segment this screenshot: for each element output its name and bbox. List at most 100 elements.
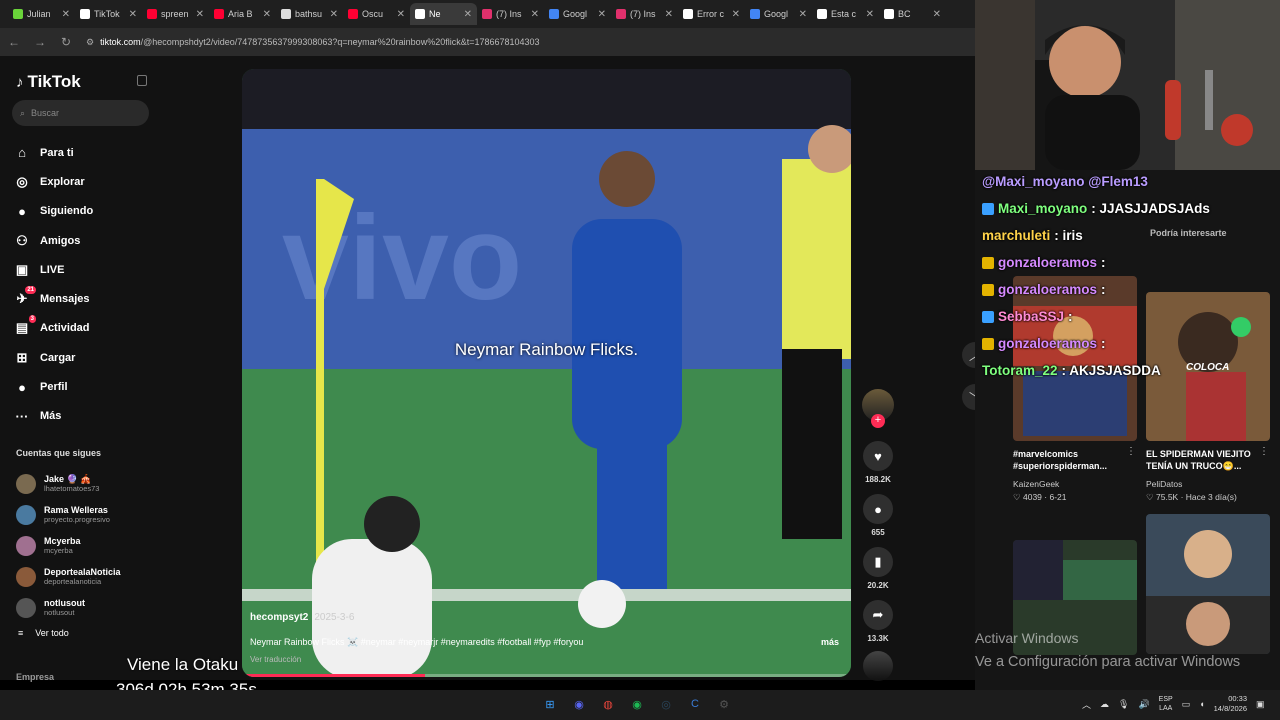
sidebar-item-para-ti[interactable]: ⌂ Para ti: [14, 138, 154, 167]
like-button[interactable]: ♥ 188.2K: [858, 441, 898, 484]
sidebar-item-cargar[interactable]: ⊞ Cargar: [14, 343, 154, 372]
windows-start-icon[interactable]: ⊞: [541, 695, 559, 713]
browser-tab[interactable]: Julian ✕: [8, 3, 75, 25]
sidebar-item-mensajes[interactable]: ✈ 21 Mensajes: [14, 284, 154, 313]
tab-close-icon[interactable]: ✕: [464, 9, 472, 20]
share-button[interactable]: ➦ 13.3K: [858, 600, 898, 643]
follow-plus-icon[interactable]: +: [871, 414, 885, 428]
profile-icon: ●: [18, 379, 26, 395]
spotify-icon[interactable]: ◉: [628, 695, 646, 713]
tray-chevron-icon[interactable]: ︿: [1082, 698, 1091, 711]
onedrive-icon[interactable]: ☁: [1100, 699, 1109, 710]
comment-button[interactable]: ● 655: [858, 494, 898, 537]
forward-icon[interactable]: →: [34, 35, 46, 49]
tab-close-icon[interactable]: ✕: [62, 9, 70, 20]
translate-link[interactable]: Ver traducción: [250, 655, 301, 664]
video-author[interactable]: hecompsyt2 2025-3-6: [250, 612, 354, 623]
url-field[interactable]: ⚙ tiktok.com/@hecompshdyt2/video/7478735…: [86, 37, 540, 48]
c-app-icon[interactable]: C: [686, 695, 704, 713]
tab-close-icon[interactable]: ✕: [531, 9, 539, 20]
tab-close-icon[interactable]: ✕: [196, 9, 204, 20]
tab-close-icon[interactable]: ✕: [397, 9, 405, 20]
notifications-icon[interactable]: ▣: [1256, 699, 1265, 710]
tiktok-logo[interactable]: ♪ TikTok: [16, 72, 81, 92]
following-account[interactable]: notlusout notlusout: [16, 592, 156, 623]
speaker-icon[interactable]: ◖: [1199, 699, 1204, 709]
video-progress-bar[interactable]: [242, 674, 851, 677]
search-input[interactable]: ⌕ Buscar: [12, 100, 149, 126]
suggestion-author-2[interactable]: PeliDatos: [1146, 479, 1182, 489]
save-button[interactable]: ▮ 20.2K: [858, 547, 898, 590]
browser-tab[interactable]: Error c ✕: [678, 3, 745, 25]
tab-title: (7) Ins: [630, 9, 656, 19]
browser-tab[interactable]: Esta c ✕: [812, 3, 879, 25]
suggestion-author-1[interactable]: KaizenGeek: [1013, 479, 1059, 489]
clock[interactable]: 00:33 14/8/2026: [1214, 694, 1247, 714]
sidebar-item-actividad[interactable]: ▤ 3 Actividad: [14, 314, 154, 343]
sidebar-item-más[interactable]: ··· Más: [14, 402, 154, 431]
following-account[interactable]: Jake 🔮 🎪 lhatetomatoes73: [16, 468, 156, 499]
music-disc-icon[interactable]: [863, 651, 893, 681]
footer-empresa-link[interactable]: Empresa: [16, 672, 54, 682]
browser-tab[interactable]: (7) Ins ✕: [611, 3, 678, 25]
volume-icon[interactable]: 🔊: [1138, 699, 1149, 710]
author-avatar[interactable]: +: [862, 389, 894, 428]
avatar: [16, 504, 36, 525]
browser-tab[interactable]: Googl ✕: [544, 3, 611, 25]
tab-close-icon[interactable]: ✕: [866, 9, 874, 20]
browser-tab[interactable]: spreen ✕: [142, 3, 209, 25]
sidebar-item-siguiendo[interactable]: ● Siguiendo: [14, 197, 154, 226]
watermark-line-1: Activar Windows: [975, 630, 1079, 646]
following-account[interactable]: Mcyerba mcyerba: [16, 530, 156, 561]
taskbar-apps: ⊞ ◉ ◍ ◉ ◎ C ⚙: [541, 695, 733, 713]
account-handle: mcyerba: [44, 546, 73, 555]
tab-title: (7) Ins: [496, 9, 522, 19]
following-account[interactable]: DeportealaNoticia deportealanoticia: [16, 561, 156, 592]
browser-tab[interactable]: Ne ✕: [410, 3, 477, 25]
browser-tab[interactable]: TikTok ✕: [75, 3, 142, 25]
network-icon[interactable]: ▭: [1182, 699, 1191, 710]
tab-close-icon[interactable]: ✕: [933, 9, 941, 20]
suggestion-title-1[interactable]: #marvelcomics #superiorspiderman...: [1013, 448, 1131, 472]
sidebar-item-amigos[interactable]: ⚇ Amigos: [14, 226, 154, 255]
browser-tab[interactable]: bathsu ✕: [276, 3, 343, 25]
site-info-icon[interactable]: ⚙: [86, 37, 94, 48]
suggestion-title-2[interactable]: EL SPIDERMAN VIEJITO TENÍA UN TRUCO😁...: [1146, 448, 1264, 472]
kebab-menu-icon[interactable]: ⋮: [1259, 446, 1269, 457]
see-all-link[interactable]: ≡ Ver todo: [18, 628, 69, 638]
following-account[interactable]: Rama Welleras proyecto.progresivo: [16, 499, 156, 530]
browser-tab[interactable]: Oscu ✕: [343, 3, 410, 25]
tab-close-icon[interactable]: ✕: [263, 9, 271, 20]
kebab-menu-icon[interactable]: ⋮: [1126, 446, 1136, 457]
sidebar-item-live[interactable]: ▣ LIVE: [14, 255, 154, 284]
browser-tab[interactable]: Googl ✕: [745, 3, 812, 25]
collapse-sidebar-icon[interactable]: [137, 75, 147, 86]
reload-icon[interactable]: ↻: [60, 35, 72, 49]
tab-close-icon[interactable]: ✕: [799, 9, 807, 20]
microphone-icon[interactable]: 🎙: [1118, 699, 1129, 710]
discord-icon[interactable]: ◉: [570, 695, 588, 713]
video-player[interactable]: vivo Neymar Rainbow Flicks. hecompsyt2 20…: [242, 69, 851, 677]
more-button[interactable]: más: [821, 637, 839, 647]
sidebar-item-explorar[interactable]: ◎ Explorar: [14, 167, 154, 196]
account-name: Jake 🔮 🎪: [44, 474, 92, 484]
tab-close-icon[interactable]: ✕: [129, 9, 137, 20]
tab-close-icon[interactable]: ✕: [665, 9, 673, 20]
tab-favicon-icon: [884, 9, 894, 19]
language-indicator[interactable]: ESP LAA: [1159, 695, 1173, 713]
sidebar-item-perfil[interactable]: ● Perfil: [14, 372, 154, 401]
steam-icon[interactable]: ◎: [657, 695, 675, 713]
chrome-icon[interactable]: ◍: [599, 695, 617, 713]
tab-favicon-icon: [348, 9, 358, 19]
tab-favicon-icon: [817, 9, 827, 19]
browser-tab[interactable]: BC ✕: [879, 3, 946, 25]
chat-text: :: [1101, 282, 1106, 297]
tab-close-icon[interactable]: ✕: [732, 9, 740, 20]
tab-close-icon[interactable]: ✕: [330, 9, 338, 20]
back-icon[interactable]: ←: [8, 35, 20, 49]
settings-icon[interactable]: ⚙: [715, 695, 733, 713]
browser-tab[interactable]: (7) Ins ✕: [477, 3, 544, 25]
save-icon: ▮: [863, 547, 893, 577]
browser-tab[interactable]: Aria B ✕: [209, 3, 276, 25]
tab-close-icon[interactable]: ✕: [598, 9, 606, 20]
